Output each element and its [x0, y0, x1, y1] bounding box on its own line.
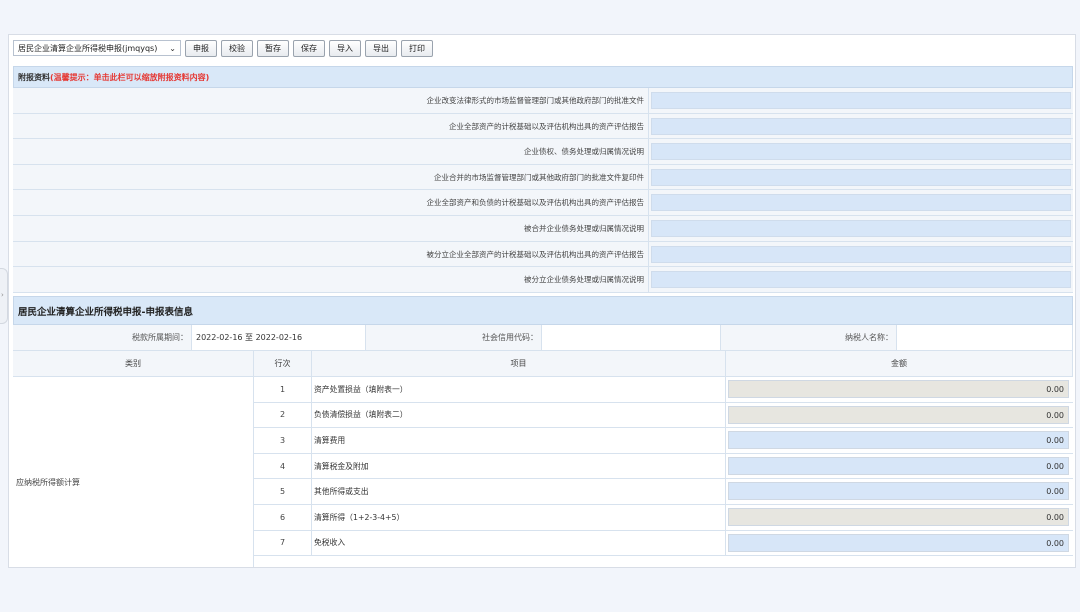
attachment-row: 被分立企业全部资产的计税基础以及评估机构出具的资产评估报告 [13, 241, 1073, 268]
attachment-upload-field[interactable] [651, 219, 1071, 237]
taxpayer-value [896, 325, 1073, 350]
row-item: 清算费用 [312, 428, 726, 453]
category-cell: 应纳税所得额计算 [13, 377, 254, 567]
row-no: 2 [254, 402, 312, 428]
amount-field: 0.00 [728, 405, 1069, 424]
row-item: 清算税金及附加 [312, 453, 726, 479]
attachment-upload-field[interactable] [651, 271, 1071, 289]
attachment-upload-field[interactable] [651, 168, 1071, 186]
amount-input[interactable]: 0.00 [728, 482, 1069, 501]
report-type-select[interactable]: 居民企业清算企业所得税申报(jmqyqs) ⌄ [13, 40, 181, 56]
report-frame: 居民企业清算企业所得税申报(jmqyqs) ⌄ 申报 校验 暂存 保存 导入 导… [8, 34, 1076, 568]
attachments-list: 企业改变法律形式的市场监督管理部门或其他政府部门的批准文件 企业全部资产的计税基… [13, 88, 1073, 293]
credit-code-label: 社会信用代码： [482, 333, 538, 342]
export-button[interactable]: 导出 [365, 39, 397, 57]
header-amount: 金额 [726, 351, 1073, 376]
row-item: 资产处置损益（填附表一） [312, 377, 726, 402]
attachment-upload-field[interactable] [651, 194, 1071, 212]
chevron-right-icon: › [1, 291, 4, 299]
attachment-row: 被合并企业债务处理或归属情况说明 [13, 215, 1073, 242]
attachment-label: 被合并企业债务处理或归属情况说明 [13, 215, 649, 241]
table-row: 7 免税收入 0.00 [254, 530, 1073, 557]
attachment-row: 企业合并的市场监督管理部门或其他政府部门的批准文件复印件 [13, 164, 1073, 191]
row-no: 1 [254, 377, 312, 402]
row-item: 免税收入 [312, 530, 726, 556]
declare-button[interactable]: 申报 [185, 39, 217, 57]
header-item: 项目 [312, 351, 726, 376]
save-button[interactable]: 保存 [293, 39, 325, 57]
table-row: 2 负债清偿损益（填附表二） 0.00 [254, 402, 1073, 429]
attachment-row: 企业全部资产的计税基础以及评估机构出具的资产评估报告 [13, 113, 1073, 140]
table-row: 6 清算所得（1+2-3-4+5） 0.00 [254, 504, 1073, 531]
row-item: 其他所得或支出 [312, 479, 726, 504]
attachments-header[interactable]: 附报资料 (温馨提示：单击此栏可以缩放附报资料内容) [13, 66, 1073, 88]
period-value: 2022-02-16 至 2022-02-16 [191, 325, 366, 350]
attachment-label: 企业合并的市场监督管理部门或其他政府部门的批准文件复印件 [13, 164, 649, 190]
amount-field: 0.00 [728, 380, 1069, 398]
table-row: 3 清算费用 0.00 [254, 428, 1073, 454]
credit-code-value [541, 325, 721, 350]
row-no: 3 [254, 428, 312, 453]
attachment-label: 企业全部资产的计税基础以及评估机构出具的资产评估报告 [13, 113, 649, 139]
amount-input[interactable]: 0.00 [728, 533, 1069, 552]
attachment-row: 被分立企业债务处理或归属情况说明 [13, 267, 1073, 293]
taxpayer-label: 纳税人名称： [845, 333, 893, 342]
print-button[interactable]: 打印 [401, 39, 433, 57]
attachments-hint: (温馨提示：单击此栏可以缩放附报资料内容) [50, 72, 210, 82]
toolbar: 居民企业清算企业所得税申报(jmqyqs) ⌄ 申报 校验 暂存 保存 导入 导… [13, 39, 433, 57]
attachment-upload-field[interactable] [651, 117, 1071, 135]
attachment-label: 被分立企业债务处理或归属情况说明 [13, 267, 649, 292]
period-label: 税款所属期间： [132, 333, 188, 342]
attachment-upload-field[interactable] [651, 245, 1071, 263]
amount-input[interactable]: 0.00 [728, 456, 1069, 475]
attachments-title: 附报资料 [18, 72, 50, 82]
row-item: 清算所得（1+2-3-4+5） [312, 504, 726, 530]
table-header: 类别 行次 项目 金额 [13, 351, 1073, 377]
table-row: 1 资产处置损益（填附表一） 0.00 [254, 377, 1073, 403]
header-category: 类别 [13, 351, 254, 376]
report-info-title: 居民企业清算企业所得税申报-申报表信息 [18, 306, 193, 318]
attachment-row: 企业全部资产和负债的计税基础以及评估机构出具的资产评估报告 [13, 190, 1073, 216]
table-row: 4 清算税金及附加 0.00 [254, 453, 1073, 480]
attachment-label: 被分立企业全部资产的计税基础以及评估机构出具的资产评估报告 [13, 241, 649, 267]
row-no: 7 [254, 530, 312, 556]
table-row: 5 其他所得或支出 0.00 [254, 479, 1073, 505]
report-type-value: 居民企业清算企业所得税申报(jmqyqs) [18, 43, 158, 53]
row-item: 负债清偿损益（填附表二） [312, 402, 726, 428]
attachment-row: 企业债权、债务处理或归属情况说明 [13, 139, 1073, 165]
import-button[interactable]: 导入 [329, 39, 361, 57]
amount-input[interactable]: 0.00 [728, 431, 1069, 450]
attachment-upload-field[interactable] [651, 143, 1071, 161]
attachment-label: 企业改变法律形式的市场监督管理部门或其他政府部门的批准文件 [13, 88, 649, 113]
attachment-label: 企业债权、债务处理或归属情况说明 [13, 139, 649, 164]
validate-button[interactable]: 校验 [221, 39, 253, 57]
amount-field: 0.00 [728, 507, 1069, 526]
attachment-label: 企业全部资产和负债的计税基础以及评估机构出具的资产评估报告 [13, 190, 649, 215]
report-info-row: 税款所属期间： 2022-02-16 至 2022-02-16 社会信用代码： … [13, 325, 1073, 351]
report-info-header: 居民企业清算企业所得税申报-申报表信息 [13, 296, 1073, 325]
header-row-no: 行次 [254, 351, 312, 376]
attachment-row: 企业改变法律形式的市场监督管理部门或其他政府部门的批准文件 [13, 88, 1073, 114]
temp-save-button[interactable]: 暂存 [257, 39, 289, 57]
attachment-upload-field[interactable] [651, 92, 1071, 109]
side-collapse-tab[interactable]: › [0, 268, 8, 324]
row-no: 6 [254, 504, 312, 530]
chevron-down-icon: ⌄ [169, 43, 176, 53]
row-no: 4 [254, 453, 312, 479]
row-no: 5 [254, 479, 312, 504]
